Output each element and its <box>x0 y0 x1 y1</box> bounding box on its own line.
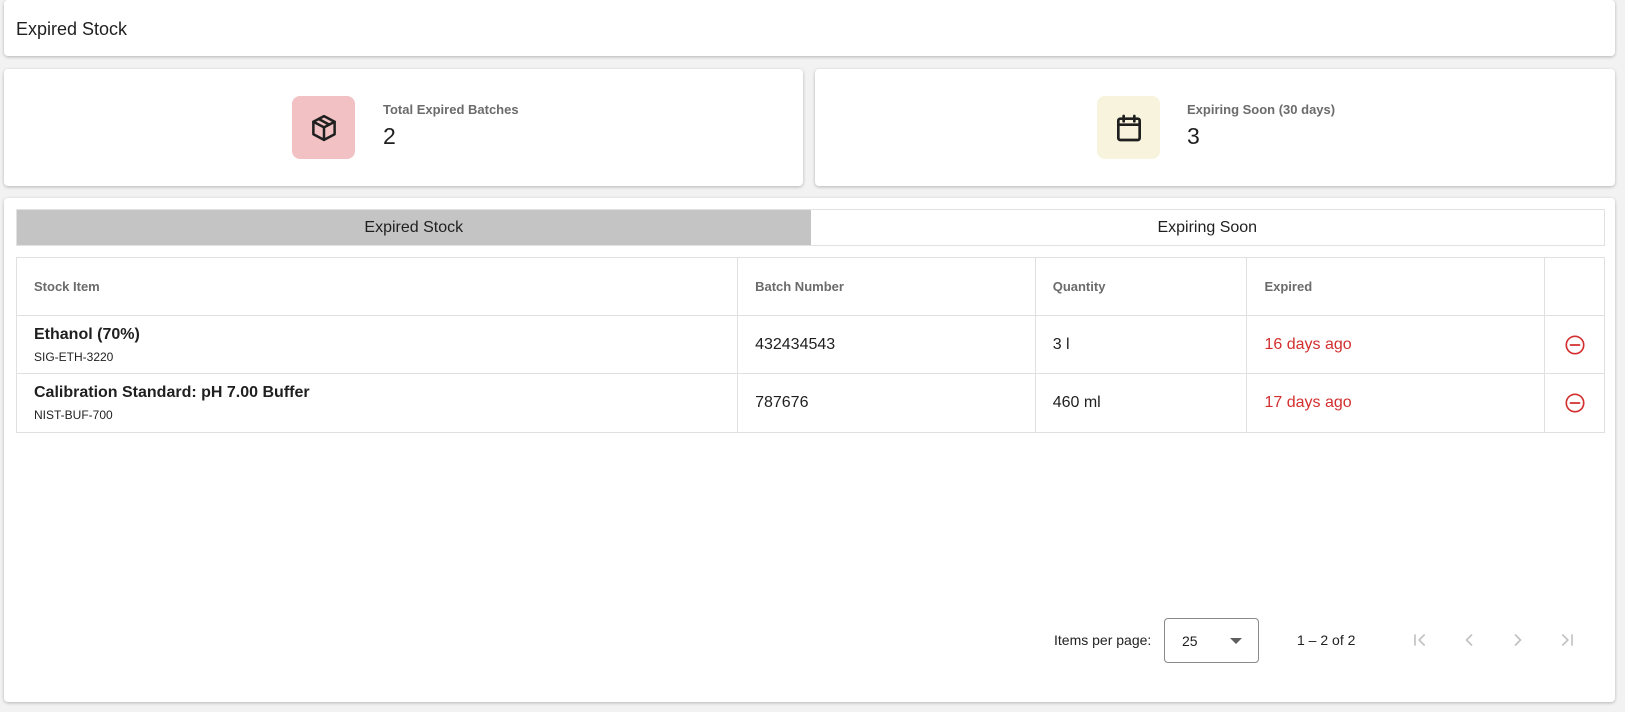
stock-item-code: NIST-BUF-700 <box>34 408 113 422</box>
table-header-row: Stock Item Batch Number Quantity Expired <box>17 258 1604 316</box>
stat-label-expired: Total Expired Batches <box>383 102 519 117</box>
stat-value-expired: 2 <box>383 123 396 149</box>
tab-expiring-soon[interactable]: Expiring Soon <box>811 210 1605 245</box>
last-page-icon <box>1562 634 1573 646</box>
last-page-button[interactable] <box>1555 628 1579 652</box>
table-row[interactable]: Ethanol (70%) SIG-ETH-3220 432434543 3 l… <box>17 316 1604 374</box>
batch-number-cell: 787676 <box>738 374 1036 432</box>
chevron-right-icon <box>1514 634 1522 646</box>
next-page-button[interactable] <box>1506 628 1530 652</box>
expired-age: 16 days ago <box>1264 335 1352 353</box>
package-icon-box <box>292 96 355 159</box>
stock-item-name: Calibration Standard: pH 7.00 Buffer <box>34 384 310 401</box>
page-size-value: 25 <box>1182 633 1198 649</box>
tab-bar: Expired Stock Expiring Soon <box>16 209 1605 246</box>
actions-cell <box>1545 374 1604 432</box>
paginator: Items per page: 25 1 – 2 of 2 <box>4 618 1615 663</box>
stock-item-code: SIG-ETH-3220 <box>34 349 114 364</box>
first-page-button[interactable] <box>1408 628 1432 652</box>
stock-panel: Expired Stock Expiring Soon Stock Item B… <box>4 198 1615 702</box>
header-bar: Expired Stock <box>4 0 1615 56</box>
expired-cell: 17 days ago <box>1247 374 1546 432</box>
page-size-select[interactable]: 25 <box>1164 618 1259 663</box>
range-label: 1 – 2 of 2 <box>1297 632 1356 648</box>
column-header-actions <box>1545 258 1604 315</box>
package-icon <box>311 114 336 141</box>
page-title: Expired Stock <box>16 19 128 39</box>
remove-circle-icon <box>1564 393 1585 413</box>
chevron-left-icon <box>1465 634 1473 646</box>
quantity: 460 ml <box>1052 394 1101 411</box>
stat-card-expiring-soon: Expiring Soon (30 days) 3 <box>815 69 1615 186</box>
tab-expired-stock[interactable]: Expired Stock <box>17 210 811 245</box>
column-header-stock-item[interactable]: Stock Item <box>17 258 739 315</box>
batch-number-cell: 432434543 <box>738 316 1036 373</box>
stat-card-expired: Total Expired Batches 2 <box>4 69 803 186</box>
quantity-cell: 460 ml <box>1036 374 1248 432</box>
quantity-cell: 3 l <box>1036 316 1248 373</box>
previous-page-button[interactable] <box>1457 628 1481 652</box>
column-header-quantity[interactable]: Quantity <box>1036 258 1248 315</box>
quantity: 3 l <box>1052 335 1070 353</box>
stock-item-name: Ethanol (70%) <box>34 325 140 343</box>
remove-circle-icon <box>1564 334 1585 355</box>
first-page-icon <box>1414 634 1425 646</box>
stock-item-cell: Calibration Standard: pH 7.00 Buffer NIS… <box>17 374 739 432</box>
batch-number: 787676 <box>755 394 809 411</box>
column-header-expired[interactable]: Expired <box>1247 258 1546 315</box>
actions-cell <box>1545 316 1604 373</box>
stat-label-expiring-soon: Expiring Soon (30 days) <box>1187 102 1336 117</box>
table-row[interactable]: Calibration Standard: pH 7.00 Buffer NIS… <box>17 374 1604 432</box>
remove-button[interactable] <box>1563 391 1587 415</box>
expired-age: 17 days ago <box>1264 394 1352 411</box>
expired-cell: 16 days ago <box>1247 316 1546 373</box>
stat-value-expiring-soon: 3 <box>1187 123 1200 149</box>
items-per-page-label: Items per page: <box>1054 632 1152 648</box>
stock-item-cell: Ethanol (70%) SIG-ETH-3220 <box>17 316 739 373</box>
remove-button[interactable] <box>1563 333 1587 357</box>
calendar-icon <box>1116 114 1141 141</box>
stock-table: Stock Item Batch Number Quantity Expired… <box>16 257 1605 433</box>
batch-number: 432434543 <box>755 335 836 353</box>
column-header-batch-number[interactable]: Batch Number <box>738 258 1036 315</box>
calendar-icon-box <box>1097 96 1160 159</box>
caret-down-icon <box>1230 638 1242 644</box>
